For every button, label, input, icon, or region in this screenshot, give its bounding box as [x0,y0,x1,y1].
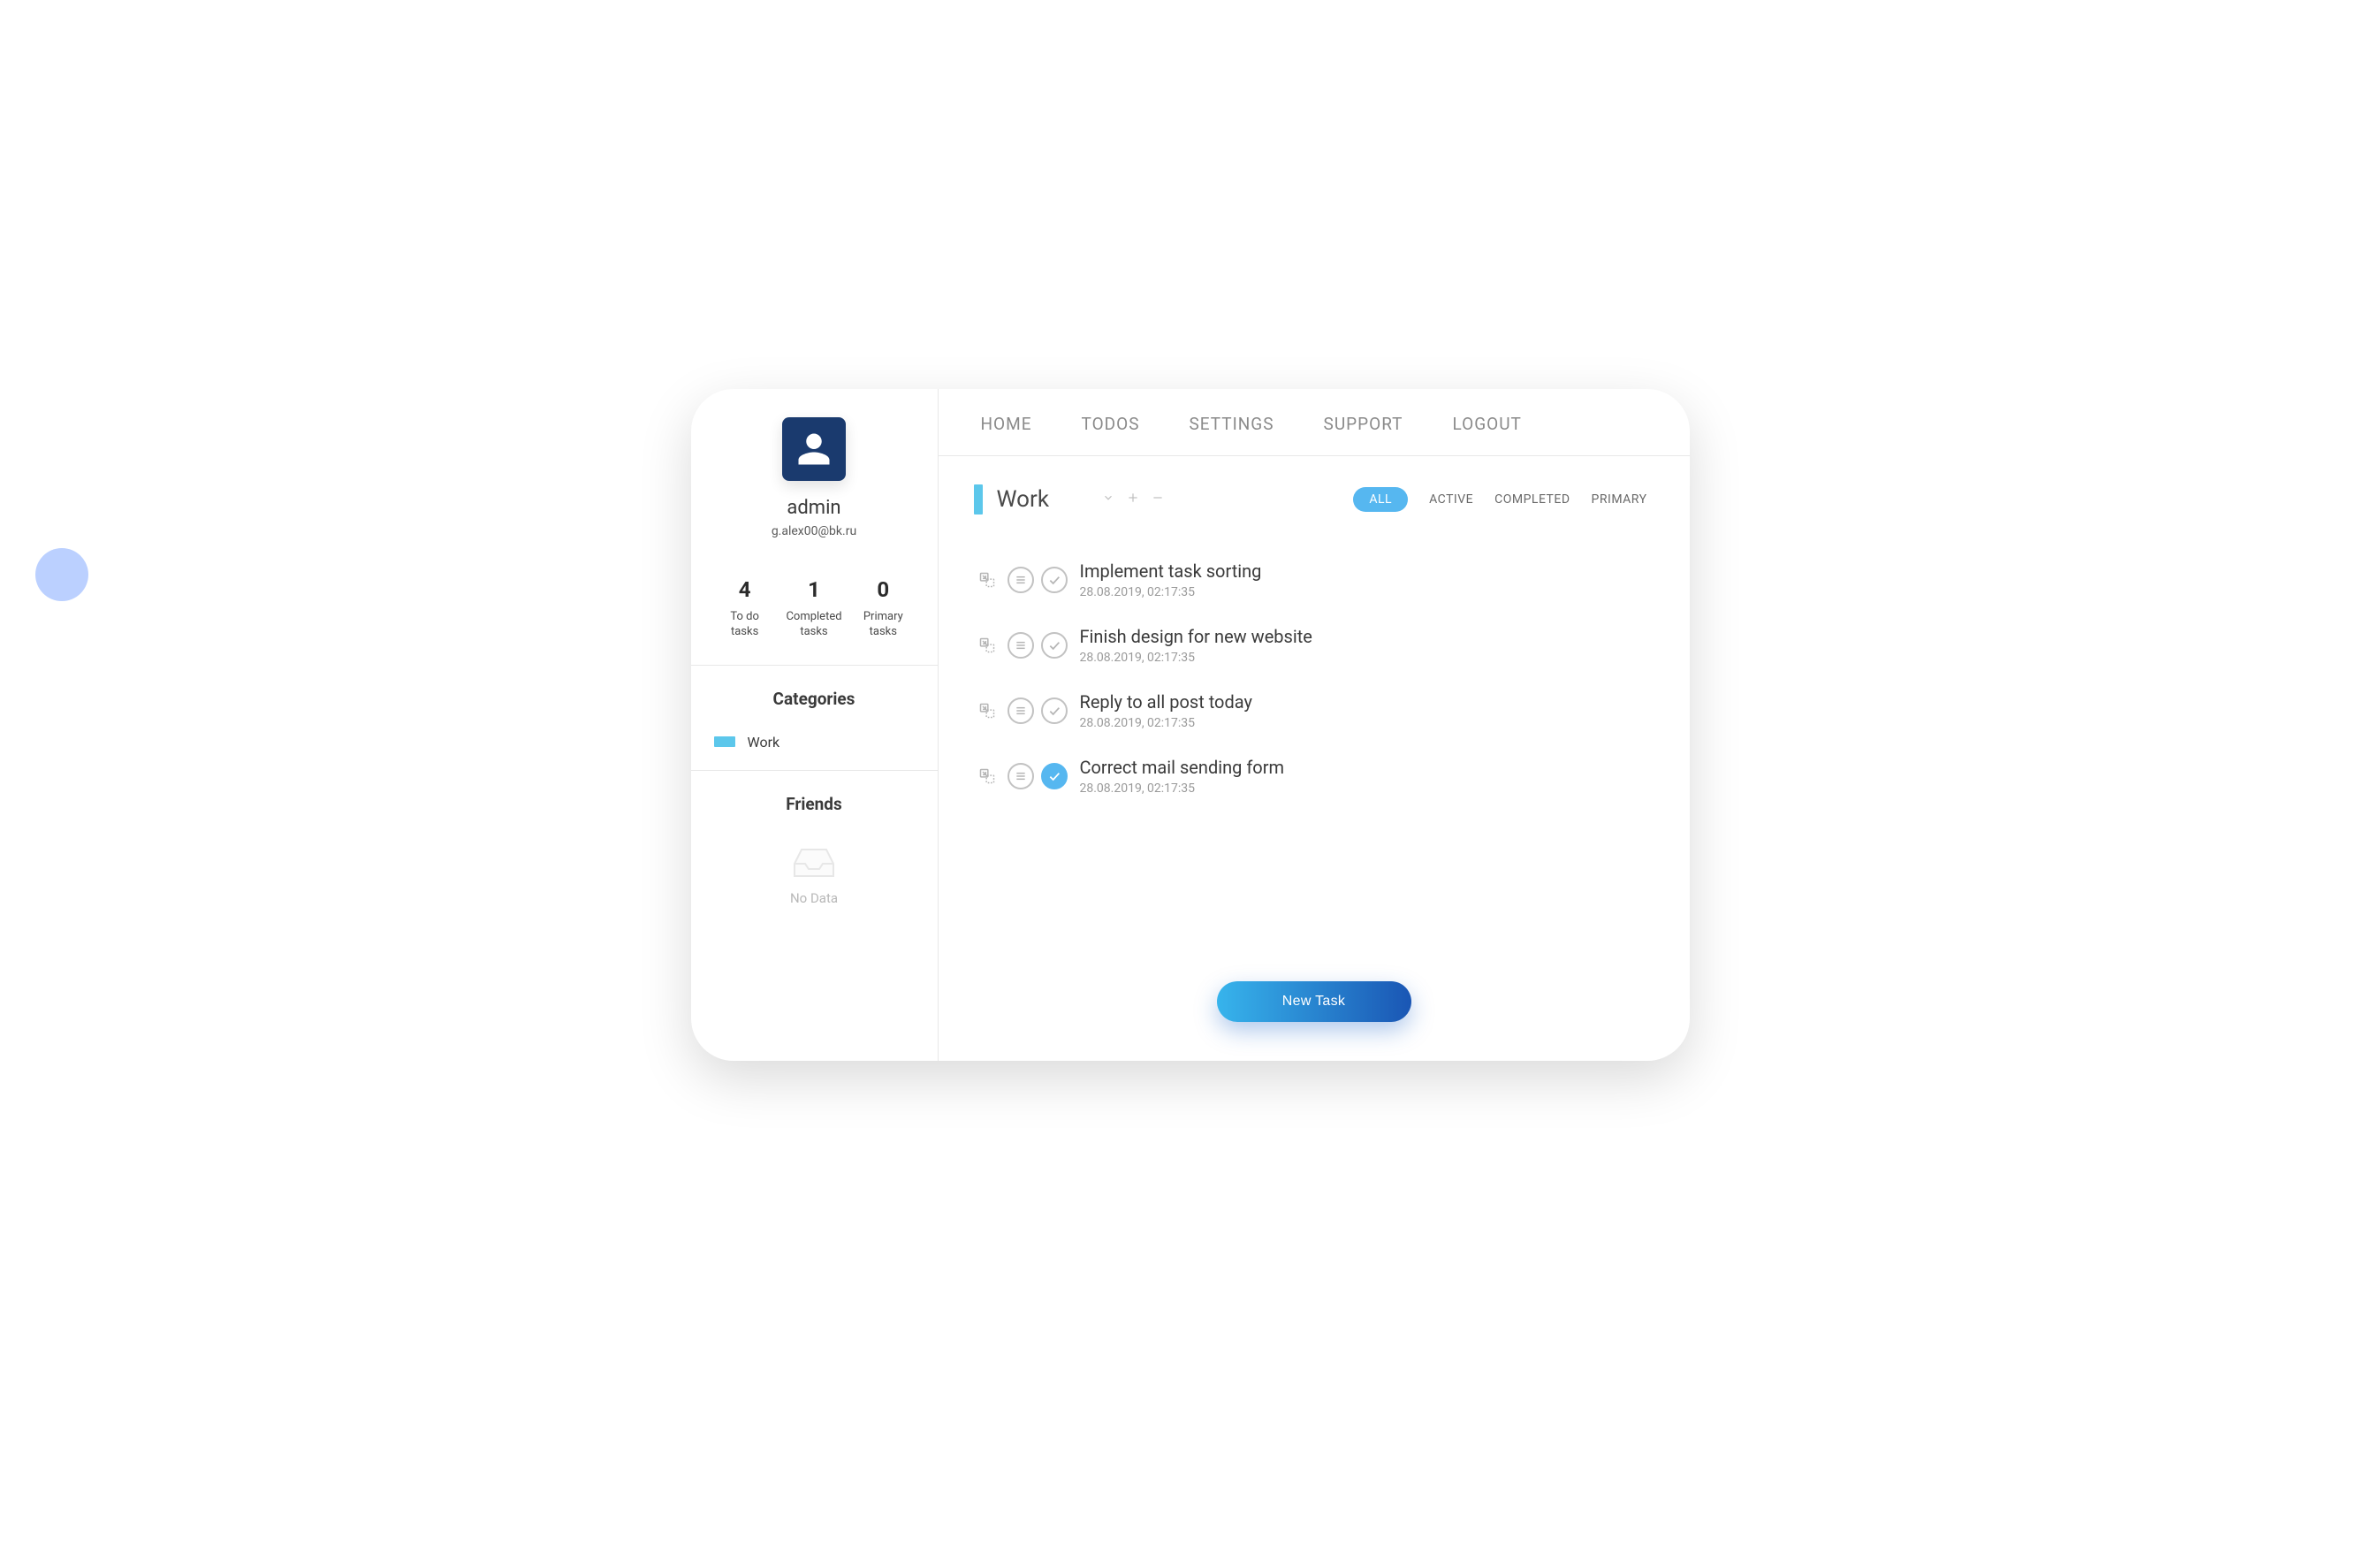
complete-toggle[interactable] [1041,763,1068,789]
task-row: Finish design for new website 28.08.2019,… [974,612,1647,677]
filter-bar: ALL ACTIVE COMPLETED PRIMARY [1353,487,1646,512]
stat-todo: 4 To do tasks [711,577,779,640]
filter-all[interactable]: ALL [1353,487,1408,512]
details-icon[interactable] [1008,763,1034,789]
subtask-icon[interactable] [974,632,1000,659]
stat-completed: 1 Completed tasks [779,577,848,640]
task-icon-group [974,632,1068,659]
main-panel: HOME TODOS SETTINGS SUPPORT LOGOUT Work [939,389,1690,1061]
nav-support[interactable]: SUPPORT [1324,414,1403,434]
new-task-bar: New Task [939,981,1690,1061]
complete-toggle[interactable] [1041,697,1068,724]
category-label: Work [748,734,780,751]
inbox-icon [789,842,839,881]
bg-decor-circle [35,548,88,601]
plus-icon[interactable] [1127,492,1139,507]
details-icon[interactable] [1008,632,1034,659]
details-icon[interactable] [1008,697,1034,724]
profile-block: admin g.alex00@bk.ru [691,389,938,560]
top-nav: HOME TODOS SETTINGS SUPPORT LOGOUT [939,389,1690,456]
stat-primary: 0 Primary tasks [848,577,917,640]
stat-value: 1 [808,577,820,602]
category-item-work[interactable]: Work [691,728,938,770]
task-timestamp: 28.08.2019, 02:17:35 [1080,651,1312,665]
nav-todos[interactable]: TODOS [1082,414,1140,434]
task-timestamp: 28.08.2019, 02:17:35 [1080,781,1285,796]
sidebar: admin g.alex00@bk.ru 4 To do tasks 1 Com… [691,389,939,1061]
bg-decor-circle [71,301,150,380]
app-card: admin g.alex00@bk.ru 4 To do tasks 1 Com… [691,389,1690,1061]
task-icon-group [974,697,1068,724]
task-row: Reply to all post today 28.08.2019, 02:17… [974,677,1647,743]
friends-heading: Friends [691,771,938,834]
complete-toggle[interactable] [1041,632,1068,659]
minus-icon[interactable] [1152,492,1164,507]
stat-value: 0 [877,577,889,602]
list-header: Work ALL ACTIVE COMPLETED PRIMARY [939,456,1690,530]
subtask-icon[interactable] [974,567,1000,593]
task-title: Implement task sorting [1080,560,1262,582]
stat-label: Completed tasks [786,609,841,640]
task-icon-group [974,567,1068,593]
chevron-down-icon[interactable] [1102,492,1114,507]
subtask-icon[interactable] [974,763,1000,789]
person-icon [795,431,833,468]
list-title: Work [997,486,1050,513]
task-row: Correct mail sending form 28.08.2019, 02:… [974,743,1647,808]
task-timestamp: 28.08.2019, 02:17:35 [1080,585,1262,599]
filter-completed[interactable]: COMPLETED [1494,492,1570,507]
details-icon[interactable] [1008,567,1034,593]
task-body: Reply to all post today 28.08.2019, 02:17… [1080,691,1252,730]
list-accent-bar [974,484,983,515]
complete-toggle[interactable] [1041,567,1068,593]
stat-label: To do tasks [730,609,759,640]
stat-value: 4 [739,577,751,602]
stat-label: Primary tasks [863,609,903,640]
stats-row: 4 To do tasks 1 Completed tasks 0 Primar… [691,560,938,665]
friends-empty-state: No Data [691,834,938,933]
category-color-swatch [714,736,735,747]
username: admin [787,497,840,519]
task-title: Reply to all post today [1080,691,1252,713]
list-title-tools [1102,492,1164,507]
task-body: Implement task sorting 28.08.2019, 02:17:… [1080,560,1262,599]
bg-decor-circle [53,18,212,177]
subtask-icon[interactable] [974,697,1000,724]
task-timestamp: 28.08.2019, 02:17:35 [1080,716,1252,730]
filter-primary[interactable]: PRIMARY [1592,492,1647,507]
nav-home[interactable]: HOME [981,414,1032,434]
avatar[interactable] [782,417,846,481]
task-title: Correct mail sending form [1080,757,1285,778]
task-row: Implement task sorting 28.08.2019, 02:17:… [974,546,1647,612]
categories-heading: Categories [691,666,938,728]
nav-logout[interactable]: LOGOUT [1453,414,1522,434]
new-task-button[interactable]: New Task [1217,981,1411,1022]
nav-settings[interactable]: SETTINGS [1190,414,1274,434]
bg-decor-circle [2062,1184,2380,1555]
filter-active[interactable]: ACTIVE [1429,492,1473,507]
task-title: Finish design for new website [1080,626,1312,647]
empty-label: No Data [790,890,838,906]
task-icon-group [974,763,1068,789]
task-body: Correct mail sending form 28.08.2019, 02:… [1080,757,1285,796]
user-email: g.alex00@bk.ru [772,524,856,538]
task-body: Finish design for new website 28.08.2019,… [1080,626,1312,665]
task-list: Implement task sorting 28.08.2019, 02:17:… [939,530,1690,808]
